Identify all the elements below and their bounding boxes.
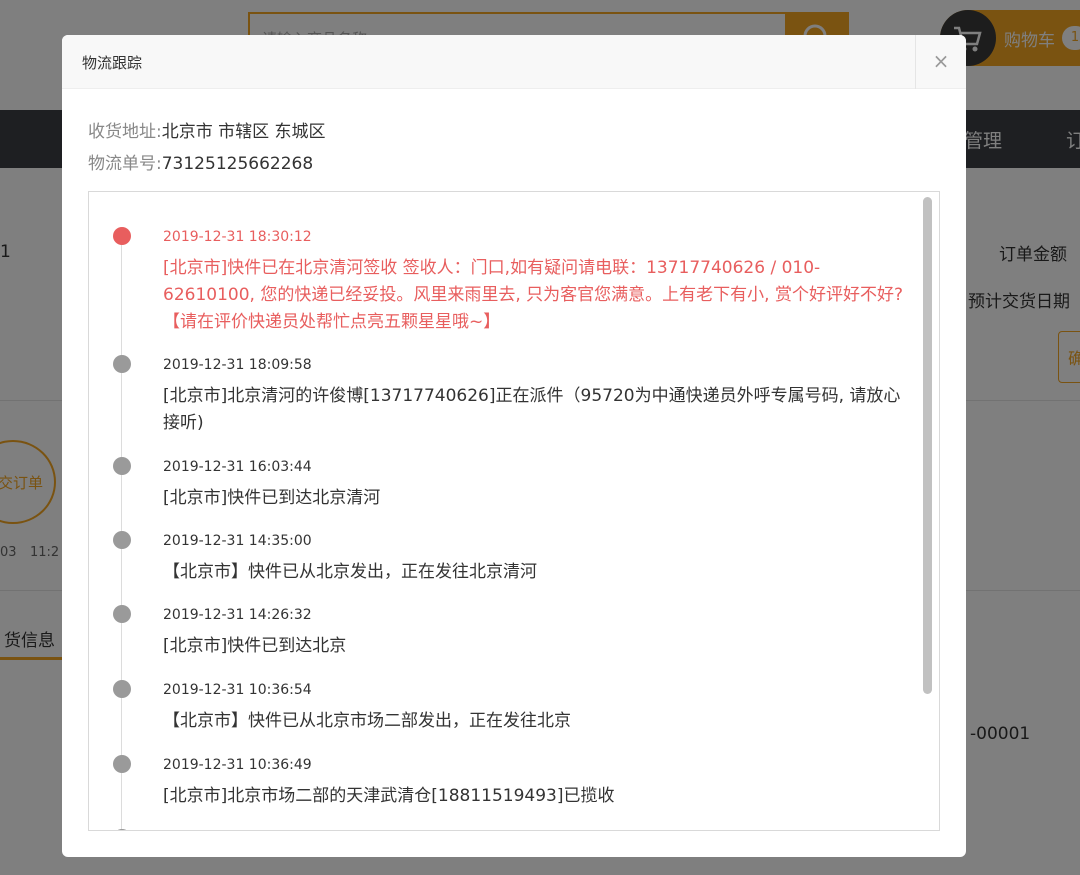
- timeline-dot: [113, 605, 131, 623]
- timeline-dot: [113, 755, 131, 773]
- timeline-dot-active: [113, 227, 131, 245]
- event-description: 【北京市】快件已从北京市场二部发出，正在发往北京: [163, 711, 571, 731]
- event-time: 2019-12-31 10:16:05: [163, 829, 903, 830]
- event-description: [北京市]快件已到达北京清河: [163, 488, 381, 508]
- timeline-dot: [113, 355, 131, 373]
- event-description: [北京市]北京市场二部的天津武清仓[18811519493]已揽收: [163, 786, 615, 806]
- timeline-item: 2019-12-31 16:03:44 [北京市]快件已到达北京清河: [89, 457, 919, 512]
- event-description: [北京市]北京清河的许俊博[13717740626]正在派件（95720为中通快…: [163, 386, 901, 433]
- event-time: 2019-12-31 10:36:49: [163, 757, 312, 773]
- timeline-dot: [113, 457, 131, 475]
- event-description: [北京市]快件已在北京清河签收 签收人：门口,如有疑问请电联：137177406…: [163, 258, 903, 332]
- event-time: 2019-12-31 10:36:54: [163, 682, 312, 698]
- tracking-value: 73125125662268: [161, 154, 314, 174]
- tracking-timeline[interactable]: 2019-12-31 18:30:12 [北京市]快件已在北京清河签收 签收人：门…: [88, 191, 940, 831]
- event-time: 2019-12-31 18:09:58: [163, 357, 312, 373]
- timeline-dot: [113, 531, 131, 549]
- event-description: 【北京市】快件已从北京发出，正在发往北京清河: [163, 562, 537, 582]
- timeline-item: 2019-12-31 14:35:00 【北京市】快件已从北京发出，正在发往北京清…: [89, 531, 919, 586]
- timeline-item: 2019-12-31 10:36:49 [北京市]北京市场二部的天津武清仓[188…: [89, 755, 919, 810]
- event-description: [北京市]快件已到达北京: [163, 636, 347, 656]
- event-time: 2019-12-31 14:26:32: [163, 607, 312, 623]
- timeline-item: 2019-12-31 10:16:05: [89, 829, 919, 830]
- event-time: 2019-12-31 16:03:44: [163, 459, 312, 475]
- timeline-dot: [113, 680, 131, 698]
- timeline-dot: [113, 829, 131, 830]
- address-value: 北京市 市辖区 东城区: [161, 122, 326, 142]
- tracking-label: 物流单号:: [88, 154, 162, 174]
- modal-title: 物流跟踪: [82, 54, 143, 72]
- event-time: 2019-12-31 14:35:00: [163, 533, 312, 549]
- header-divider: [915, 35, 916, 89]
- close-icon[interactable]: ×: [928, 48, 954, 74]
- timeline-item: 2019-12-31 14:26:32 [北京市]快件已到达北京: [89, 605, 919, 660]
- scrollbar-thumb[interactable]: [923, 197, 932, 694]
- timeline-item: 2019-12-31 10:36:54 【北京市】快件已从北京市场二部发出，正在发…: [89, 680, 919, 735]
- shipping-address: 收货地址:北京市 市辖区 东城区: [88, 117, 326, 142]
- logistics-modal: 物流跟踪 × 收货地址:北京市 市辖区 东城区 物流单号:73125125662…: [62, 35, 966, 857]
- timeline-item: 2019-12-31 18:30:12 [北京市]快件已在北京清河签收 签收人：门…: [89, 227, 919, 336]
- event-time: 2019-12-31 18:30:12: [163, 229, 312, 245]
- timeline-item: 2019-12-31 18:09:58 [北京市]北京清河的许俊博[1371774…: [89, 355, 919, 437]
- modal-header: 物流跟踪 ×: [62, 35, 966, 89]
- address-label: 收货地址:: [88, 122, 162, 142]
- tracking-number: 物流单号:73125125662268: [88, 149, 313, 174]
